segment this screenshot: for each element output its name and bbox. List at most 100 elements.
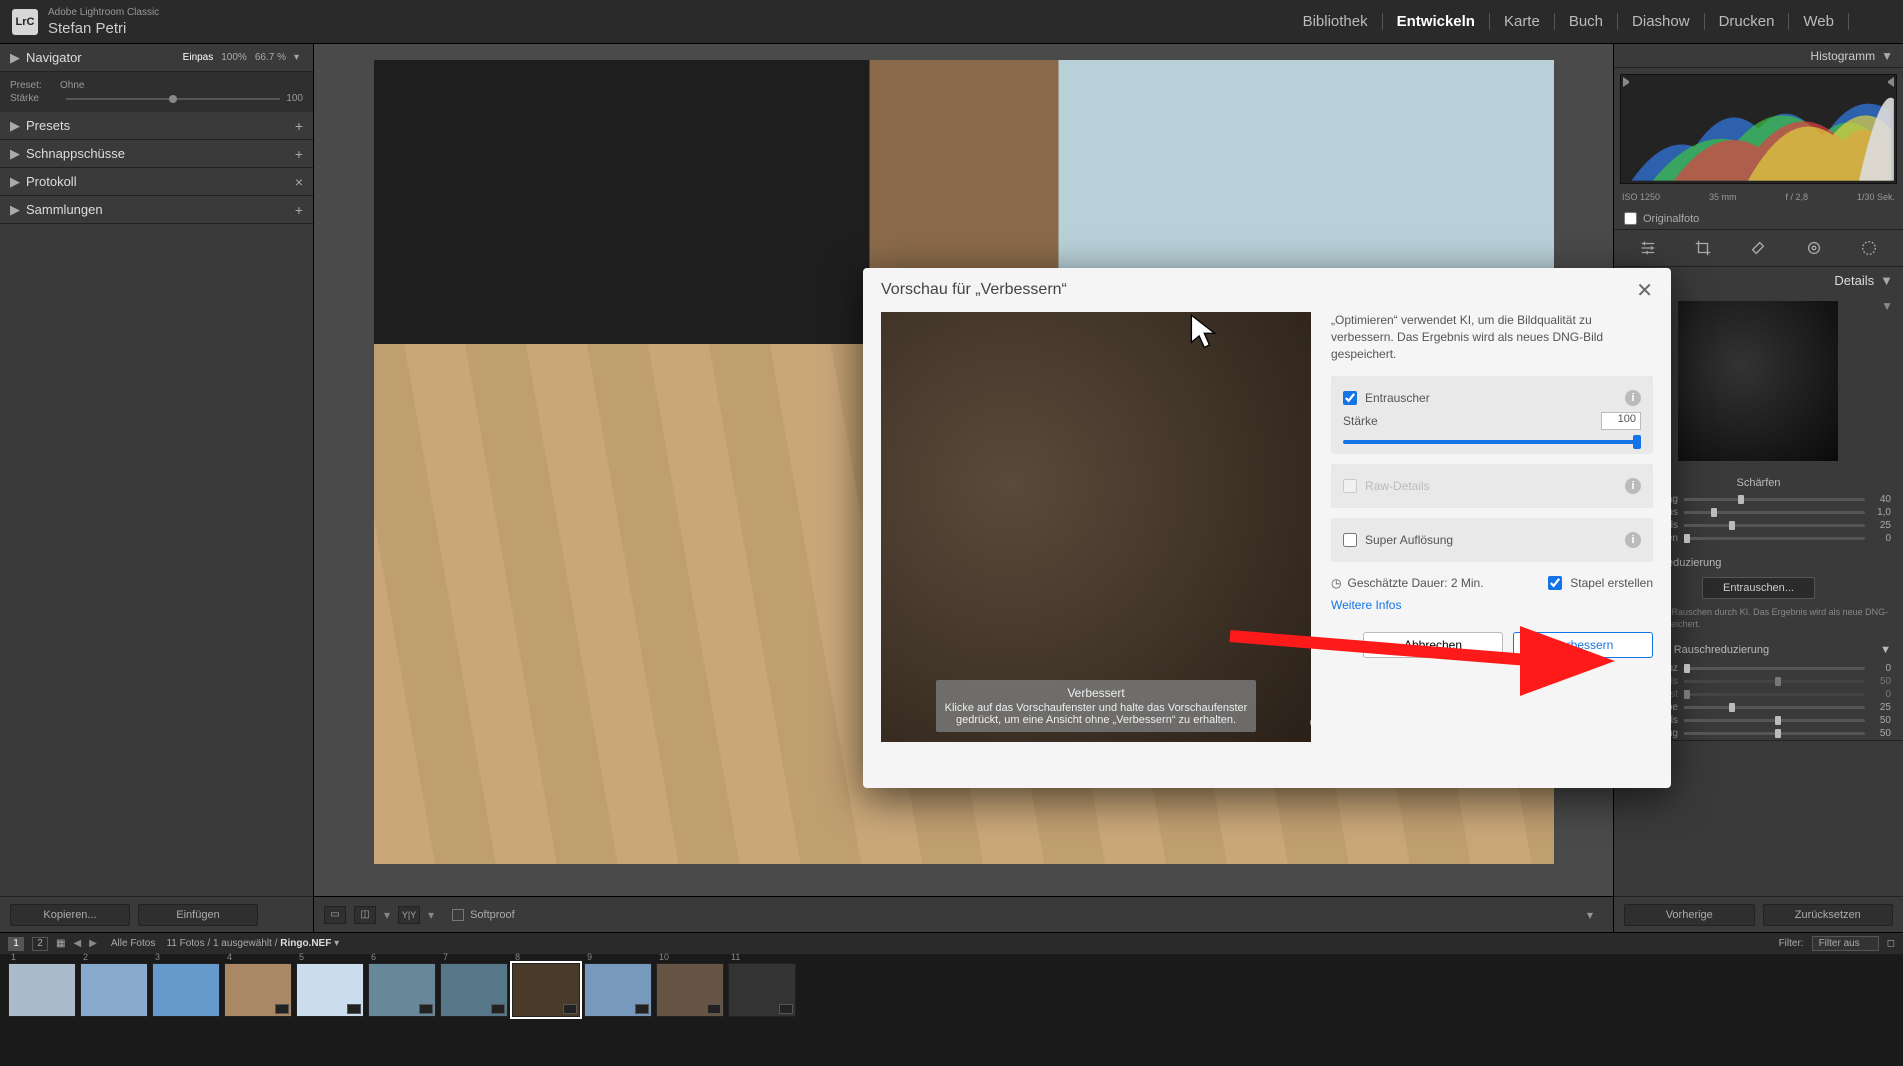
filmstrip-thumb[interactable]: 9	[584, 963, 652, 1017]
softproof-toggle[interactable]: Softproof	[452, 909, 515, 921]
filmstrip-thumb[interactable]: 4	[224, 963, 292, 1017]
breadcrumb[interactable]: Alle Fotos 11 Fotos / 1 ausgewählt / Rin…	[111, 938, 339, 949]
heal-icon[interactable]	[1746, 238, 1770, 258]
histogram-display[interactable]	[1620, 74, 1897, 184]
enhance-button[interactable]: Verbessern	[1513, 632, 1653, 658]
filmstrip-thumb[interactable]: 7	[440, 963, 508, 1017]
preview-status: Verbessert	[942, 686, 1250, 700]
filmstrip-thumb[interactable]: 10	[656, 963, 724, 1017]
chevron-down-icon[interactable]: ▾	[334, 938, 339, 949]
swap-icon[interactable]: Y|Y	[398, 906, 420, 924]
meta-focal: 35 mm	[1709, 192, 1737, 202]
module-bibliothek[interactable]: Bibliothek	[1289, 13, 1383, 30]
badge-icon	[563, 1004, 577, 1014]
dialog-description: „Optimieren“ verwendet KI, um die Bildqu…	[1331, 312, 1653, 362]
close-icon[interactable]: ×	[295, 174, 303, 190]
enhance-dialog: Vorschau für „Verbessern“ ✕ Verbessert K…	[863, 268, 1671, 788]
zoom-fit[interactable]: Einpas	[183, 52, 214, 63]
info-icon[interactable]: i	[1625, 478, 1641, 494]
softproof-checkbox[interactable]	[452, 909, 464, 921]
filmstrip-thumb[interactable]: 1	[8, 963, 76, 1017]
stack-checkbox[interactable]	[1548, 576, 1562, 590]
panel-presets[interactable]: ▶Presets+	[0, 112, 313, 140]
chevron-down-icon[interactable]: ▾	[428, 908, 434, 922]
toolbar-menu-icon[interactable]: ▾	[1587, 908, 1603, 922]
zoom-custom[interactable]: 66.7 %	[255, 52, 286, 63]
loupe-view-icon[interactable]: ▭	[324, 906, 346, 924]
meta-aperture: f / 2,8	[1785, 192, 1808, 202]
detail-zoom-thumb[interactable]	[1678, 301, 1838, 461]
histogram-header[interactable]: Histogramm ▼	[1614, 44, 1903, 68]
reset-button[interactable]: Zurücksetzen	[1763, 904, 1894, 926]
info-icon[interactable]: i	[1625, 390, 1641, 406]
chevron-down-icon[interactable]: ▼	[1881, 293, 1903, 313]
preset-value: Ohne	[60, 80, 84, 91]
paste-button[interactable]: Einfügen	[138, 904, 258, 926]
filter-lock-icon[interactable]: ◻	[1887, 938, 1895, 949]
filter-dropdown[interactable]: Filter aus	[1812, 936, 1879, 951]
filmstrip-thumb[interactable]: 2	[80, 963, 148, 1017]
app-titlebar: LrC Adobe Lightroom Classic Stefan Petri…	[0, 0, 1903, 44]
mask-icon[interactable]	[1857, 238, 1881, 258]
module-diashow[interactable]: Diashow	[1618, 13, 1705, 30]
navigator-header[interactable]: ▶ Navigator Einpas 100% 66.7 % ▾	[0, 44, 313, 72]
denoise-label: Entrauscher	[1365, 391, 1430, 405]
panel-sammlungen[interactable]: ▶Sammlungen+	[0, 196, 313, 224]
badge-icon	[635, 1004, 649, 1014]
chevron-down-icon[interactable]: ▾	[384, 908, 390, 922]
module-drucken[interactable]: Drucken	[1705, 13, 1790, 30]
next-photo-icon[interactable]: ▶	[89, 938, 97, 949]
zoom-icon[interactable]: 🔍	[1309, 716, 1311, 736]
shadow-clip-icon[interactable]	[1623, 77, 1633, 87]
strength-slider[interactable]	[66, 98, 280, 100]
edit-sliders-icon[interactable]	[1636, 238, 1660, 258]
info-icon[interactable]: i	[1625, 532, 1641, 548]
before-after-icon[interactable]: ◫	[354, 906, 376, 924]
module-web[interactable]: Web	[1789, 13, 1849, 30]
plus-icon[interactable]: +	[295, 146, 303, 162]
highlight-clip-icon[interactable]	[1884, 77, 1894, 87]
denoise-checkbox[interactable]	[1343, 391, 1357, 405]
copy-button[interactable]: Kopieren...	[10, 904, 130, 926]
module-picker: BibliothekEntwickelnKarteBuchDiashowDruc…	[1289, 13, 1891, 30]
filmstrip-thumb[interactable]: 11	[728, 963, 796, 1017]
strength-label: Stärke	[10, 93, 60, 104]
plus-icon[interactable]: +	[295, 118, 303, 134]
meta-iso: ISO 1250	[1622, 192, 1660, 202]
enhance-preview[interactable]: Verbessert Klicke auf das Vorschaufenste…	[881, 312, 1311, 742]
previous-button[interactable]: Vorherige	[1624, 904, 1755, 926]
close-icon[interactable]: ✕	[1636, 278, 1653, 303]
grid-icon[interactable]: ▦	[56, 938, 65, 949]
denoise-strength-slider[interactable]	[1343, 440, 1641, 444]
panel-protokoll[interactable]: ▶Protokoll×	[0, 168, 313, 196]
chevron-right-icon: ▶	[10, 202, 20, 218]
denoise-button[interactable]: Entrauschen...	[1702, 577, 1815, 599]
dialog-title: Vorschau für „Verbessern“	[881, 281, 1067, 299]
superres-checkbox[interactable]	[1343, 533, 1357, 547]
original-checkbox[interactable]	[1624, 212, 1637, 225]
redeye-icon[interactable]	[1802, 238, 1826, 258]
filmstrip-thumb[interactable]: 6	[368, 963, 436, 1017]
screen-2-button[interactable]: 2	[32, 937, 48, 951]
softproof-label: Softproof	[470, 909, 515, 921]
more-info-link[interactable]: Weitere Infos	[1331, 598, 1653, 612]
panel-schnappschüsse[interactable]: ▶Schnappschüsse+	[0, 140, 313, 168]
denoise-strength-value[interactable]: 100	[1601, 412, 1641, 430]
filmstrip-thumb[interactable]: 3	[152, 963, 220, 1017]
screen-1-button[interactable]: 1	[8, 937, 24, 951]
cloud-sync-icon[interactable]	[1863, 14, 1891, 30]
filmstrip-thumb[interactable]: 8	[512, 963, 580, 1017]
plus-icon[interactable]: +	[295, 202, 303, 218]
module-buch[interactable]: Buch	[1555, 13, 1618, 30]
rawdetails-checkbox	[1343, 479, 1357, 493]
zoom-100[interactable]: 100%	[221, 52, 247, 63]
cancel-button[interactable]: Abbrechen	[1363, 632, 1503, 658]
original-photo-row[interactable]: Originalfoto	[1614, 208, 1903, 229]
prev-photo-icon[interactable]: ◀	[73, 938, 81, 949]
crumb-file: Ringo.NEF	[280, 938, 331, 949]
module-karte[interactable]: Karte	[1490, 13, 1555, 30]
chevron-down-icon[interactable]: ▾	[294, 52, 299, 63]
filmstrip-thumb[interactable]: 5	[296, 963, 364, 1017]
crop-icon[interactable]	[1691, 238, 1715, 258]
module-entwickeln[interactable]: Entwickeln	[1383, 13, 1490, 30]
